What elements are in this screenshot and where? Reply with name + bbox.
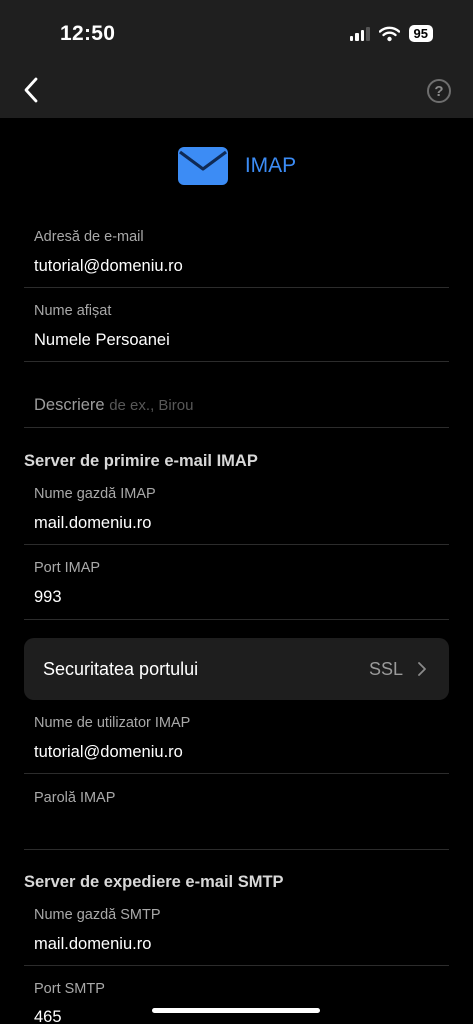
port-security-row[interactable]: Securitatea portului SSL	[24, 638, 449, 700]
account-type-title: IMAP	[244, 154, 297, 177]
help-button[interactable]: ?	[427, 79, 451, 103]
wifi-icon	[378, 26, 400, 41]
port-security-value: SSL	[368, 659, 403, 679]
imap-password-field[interactable]: Parolă IMAP	[24, 780, 449, 850]
smtp-port-value: 465	[34, 1008, 62, 1024]
port-security-label: Securitatea portului	[43, 659, 199, 679]
smtp-host-field[interactable]: Nume gazdă SMTP mail.domeniu.ro	[24, 896, 449, 966]
mail-envelope-icon	[177, 147, 228, 185]
imap-username-field[interactable]: Nume de utilizator IMAP tutorial@domeniu…	[24, 704, 449, 774]
question-circle-icon: ?	[434, 82, 444, 100]
imap-port-value: 993	[34, 588, 62, 606]
description-placeholder: de ex., Birou	[109, 397, 194, 414]
imap-port-field[interactable]: Port IMAP 993	[24, 550, 449, 620]
smtp-host-label: Nume gazdă SMTP	[34, 907, 161, 923]
home-indicator[interactable]	[152, 1008, 320, 1013]
nav-bar: ?	[0, 62, 473, 118]
display-name-value: Numele Persoanei	[34, 331, 170, 349]
status-bar: 12:50 95	[0, 0, 473, 62]
description-field[interactable]: Descriere de ex., Birou	[24, 362, 449, 428]
email-value: tutorial@domeniu.ro	[34, 257, 183, 275]
imap-port-label: Port IMAP	[34, 560, 101, 576]
back-button[interactable]	[16, 74, 46, 106]
smtp-host-value: mail.domeniu.ro	[34, 935, 152, 953]
imap-username-value: tutorial@domeniu.ro	[34, 743, 183, 761]
outgoing-section-header: Server de expediere e-mail SMTP	[24, 873, 284, 891]
email-label: Adresă de e-mail	[34, 229, 144, 245]
display-name-field[interactable]: Nume afișat Numele Persoanei	[24, 292, 449, 362]
display-name-label: Nume afișat	[34, 303, 112, 319]
imap-host-label: Nume gazdă IMAP	[34, 486, 156, 502]
imap-username-label: Nume de utilizator IMAP	[34, 715, 191, 731]
smtp-port-field[interactable]: Port SMTP 465	[24, 971, 449, 1024]
imap-host-field[interactable]: Nume gazdă IMAP mail.domeniu.ro	[24, 475, 449, 545]
battery-icon: 95	[408, 25, 433, 42]
smtp-port-label: Port SMTP	[34, 981, 105, 997]
chevron-left-icon	[24, 77, 38, 103]
description-label: Descriere de ex., Birou	[34, 396, 193, 415]
email-field[interactable]: Adresă de e-mail tutorial@domeniu.ro	[24, 218, 449, 288]
signal-icon	[349, 26, 370, 41]
chevron-right-icon	[418, 662, 426, 676]
incoming-section-header: Server de primire e-mail IMAP	[24, 452, 258, 470]
account-type-header: IMAP	[0, 145, 473, 187]
imap-password-label: Parolă IMAP	[34, 790, 116, 806]
status-icons: 95	[349, 25, 433, 42]
status-time: 12:50	[60, 22, 116, 45]
description-label-text: Descriere	[34, 396, 105, 414]
imap-host-value: mail.domeniu.ro	[34, 514, 152, 532]
